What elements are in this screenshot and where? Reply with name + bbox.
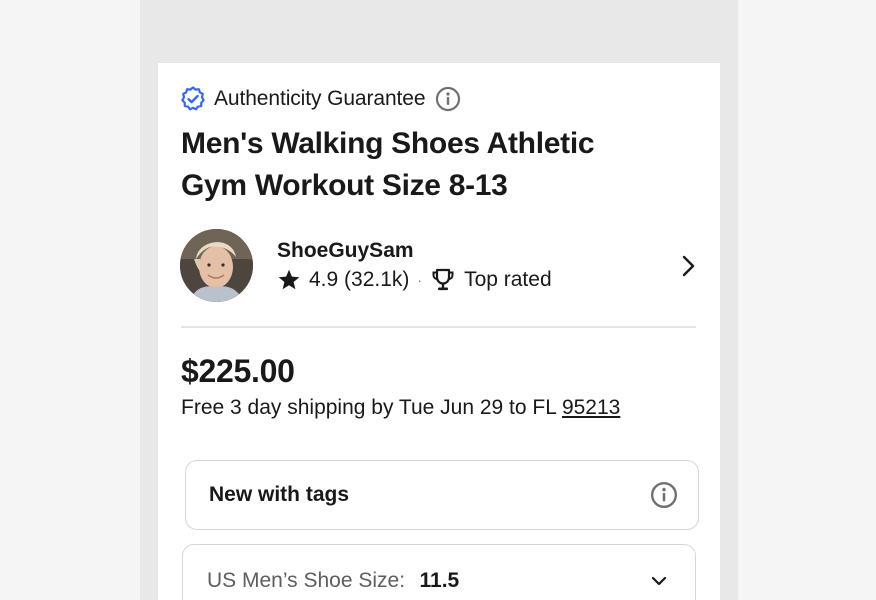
info-icon[interactable] bbox=[435, 86, 461, 112]
seller-meta: 4.9 (32.1k) · Top rated bbox=[277, 267, 552, 293]
divider bbox=[181, 326, 696, 328]
authenticity-guarantee-row[interactable]: Authenticity Guarantee bbox=[180, 85, 461, 113]
shipping-info: Free 3 day shipping by Tue Jun 29 to FL … bbox=[181, 396, 620, 420]
zip-code-link[interactable]: 95213 bbox=[562, 396, 620, 419]
size-value: 11.5 bbox=[419, 569, 460, 592]
star-icon bbox=[277, 268, 301, 292]
shoe-size-select[interactable]: US Men’s Shoe Size: 11.5 bbox=[182, 544, 696, 600]
seller-name: ShoeGuySam bbox=[277, 239, 414, 262]
top-rated-label: Top rated bbox=[464, 268, 552, 291]
seller-row[interactable]: ShoeGuySam 4.9 (32.1k) · Top rated bbox=[180, 229, 700, 303]
seller-rating: 4.9 (32.1k) bbox=[309, 268, 410, 291]
condition-info-icon[interactable] bbox=[650, 481, 678, 509]
item-title: Men's Walking Shoes Athletic Gym Workout… bbox=[181, 127, 595, 202]
size-label: US Men’s Shoe Size: bbox=[207, 569, 406, 592]
condition-box[interactable]: New with tags bbox=[185, 460, 699, 530]
separator-dot: · bbox=[417, 272, 423, 288]
shipping-text: Free 3 day shipping by Tue Jun 29 to FL bbox=[181, 396, 562, 419]
authenticity-label: Authenticity Guarantee bbox=[214, 87, 426, 110]
chevron-down-icon bbox=[649, 571, 669, 591]
trophy-icon bbox=[430, 267, 456, 293]
size-text: US Men’s Shoe Size: 11.5 bbox=[207, 569, 459, 593]
price: $225.00 bbox=[181, 353, 295, 389]
condition-label: New with tags bbox=[209, 483, 350, 506]
listing-screen: Authenticity Guarantee Men's Walking Sho… bbox=[158, 63, 720, 600]
chevron-right-icon[interactable] bbox=[678, 253, 700, 279]
verified-badge-icon bbox=[180, 86, 206, 112]
avatar bbox=[180, 229, 253, 302]
